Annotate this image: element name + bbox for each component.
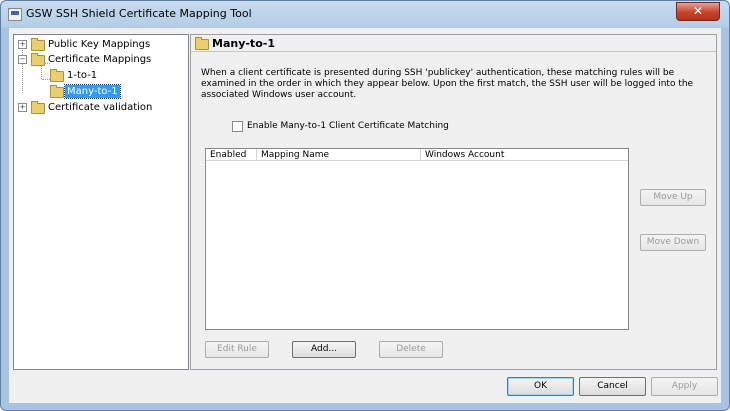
many-to-1-panel: Many-to-1 When a client certificate is p… [190,34,717,370]
tree-item-certificate-validation[interactable]: + Certificate validation [14,101,184,114]
folder-icon [31,38,45,51]
cancel-button[interactable]: Cancel [579,377,646,396]
panel-description: When a client certificate is presented d… [201,68,694,100]
tree-item-label: 1-to-1 [67,70,98,81]
main-window: GSW SSH Shield Certificate Mapping Tool … [0,0,730,411]
delete-button[interactable]: Delete [379,341,443,358]
folder-icon [31,101,45,114]
tree-item-label: Public Key Mappings [48,39,151,50]
tree-item-label: Certificate Mappings [48,54,152,65]
collapse-icon[interactable]: − [18,55,27,64]
add-button[interactable]: Add... [292,341,356,358]
apply-button[interactable]: Apply [651,377,718,396]
tree-item-many-to-1[interactable]: Many-to-1 [14,84,184,99]
window-title: GSW SSH Shield Certificate Mapping Tool [26,7,252,20]
dialog-client-area: + Public Key Mappings − Certificate Mapp… [9,28,721,403]
column-header-windows-account[interactable]: Windows Account [421,149,628,161]
tree-item-label: Certificate validation [48,102,153,113]
folder-icon [50,69,64,82]
ok-button[interactable]: OK [507,377,574,396]
folder-icon [195,37,209,50]
tree-item-1-to-1[interactable]: 1-to-1 [14,69,184,82]
panel-header: Many-to-1 [191,35,716,52]
move-down-button[interactable]: Move Down [640,234,706,251]
title-bar[interactable]: GSW SSH Shield Certificate Mapping Tool … [1,1,729,27]
column-header-mapping-name[interactable]: Mapping Name [257,149,421,161]
panel-title: Many-to-1 [212,37,275,50]
folder-icon [50,85,64,98]
edit-rule-button[interactable]: Edit Rule [205,341,269,358]
enable-matching-label[interactable]: Enable Many-to-1 Client Certificate Matc… [247,121,449,131]
app-icon [8,8,22,21]
column-header-enabled[interactable]: Enabled [206,149,257,161]
tree-item-label-selected: Many-to-1 [64,84,121,99]
tree-item-certificate-mappings[interactable]: − Certificate Mappings [14,53,184,66]
expand-icon[interactable]: + [18,40,27,49]
tree-item-public-key-mappings[interactable]: + Public Key Mappings [14,38,184,51]
expand-icon[interactable]: + [18,103,27,112]
folder-open-icon [31,53,45,66]
enable-matching-checkbox[interactable] [232,121,243,132]
move-up-button[interactable]: Move Up [640,189,706,206]
mapping-rules-list[interactable]: Enabled Mapping Name Windows Account [205,148,629,330]
close-button[interactable]: ✕ [676,2,720,21]
navigation-tree: + Public Key Mappings − Certificate Mapp… [13,34,189,370]
